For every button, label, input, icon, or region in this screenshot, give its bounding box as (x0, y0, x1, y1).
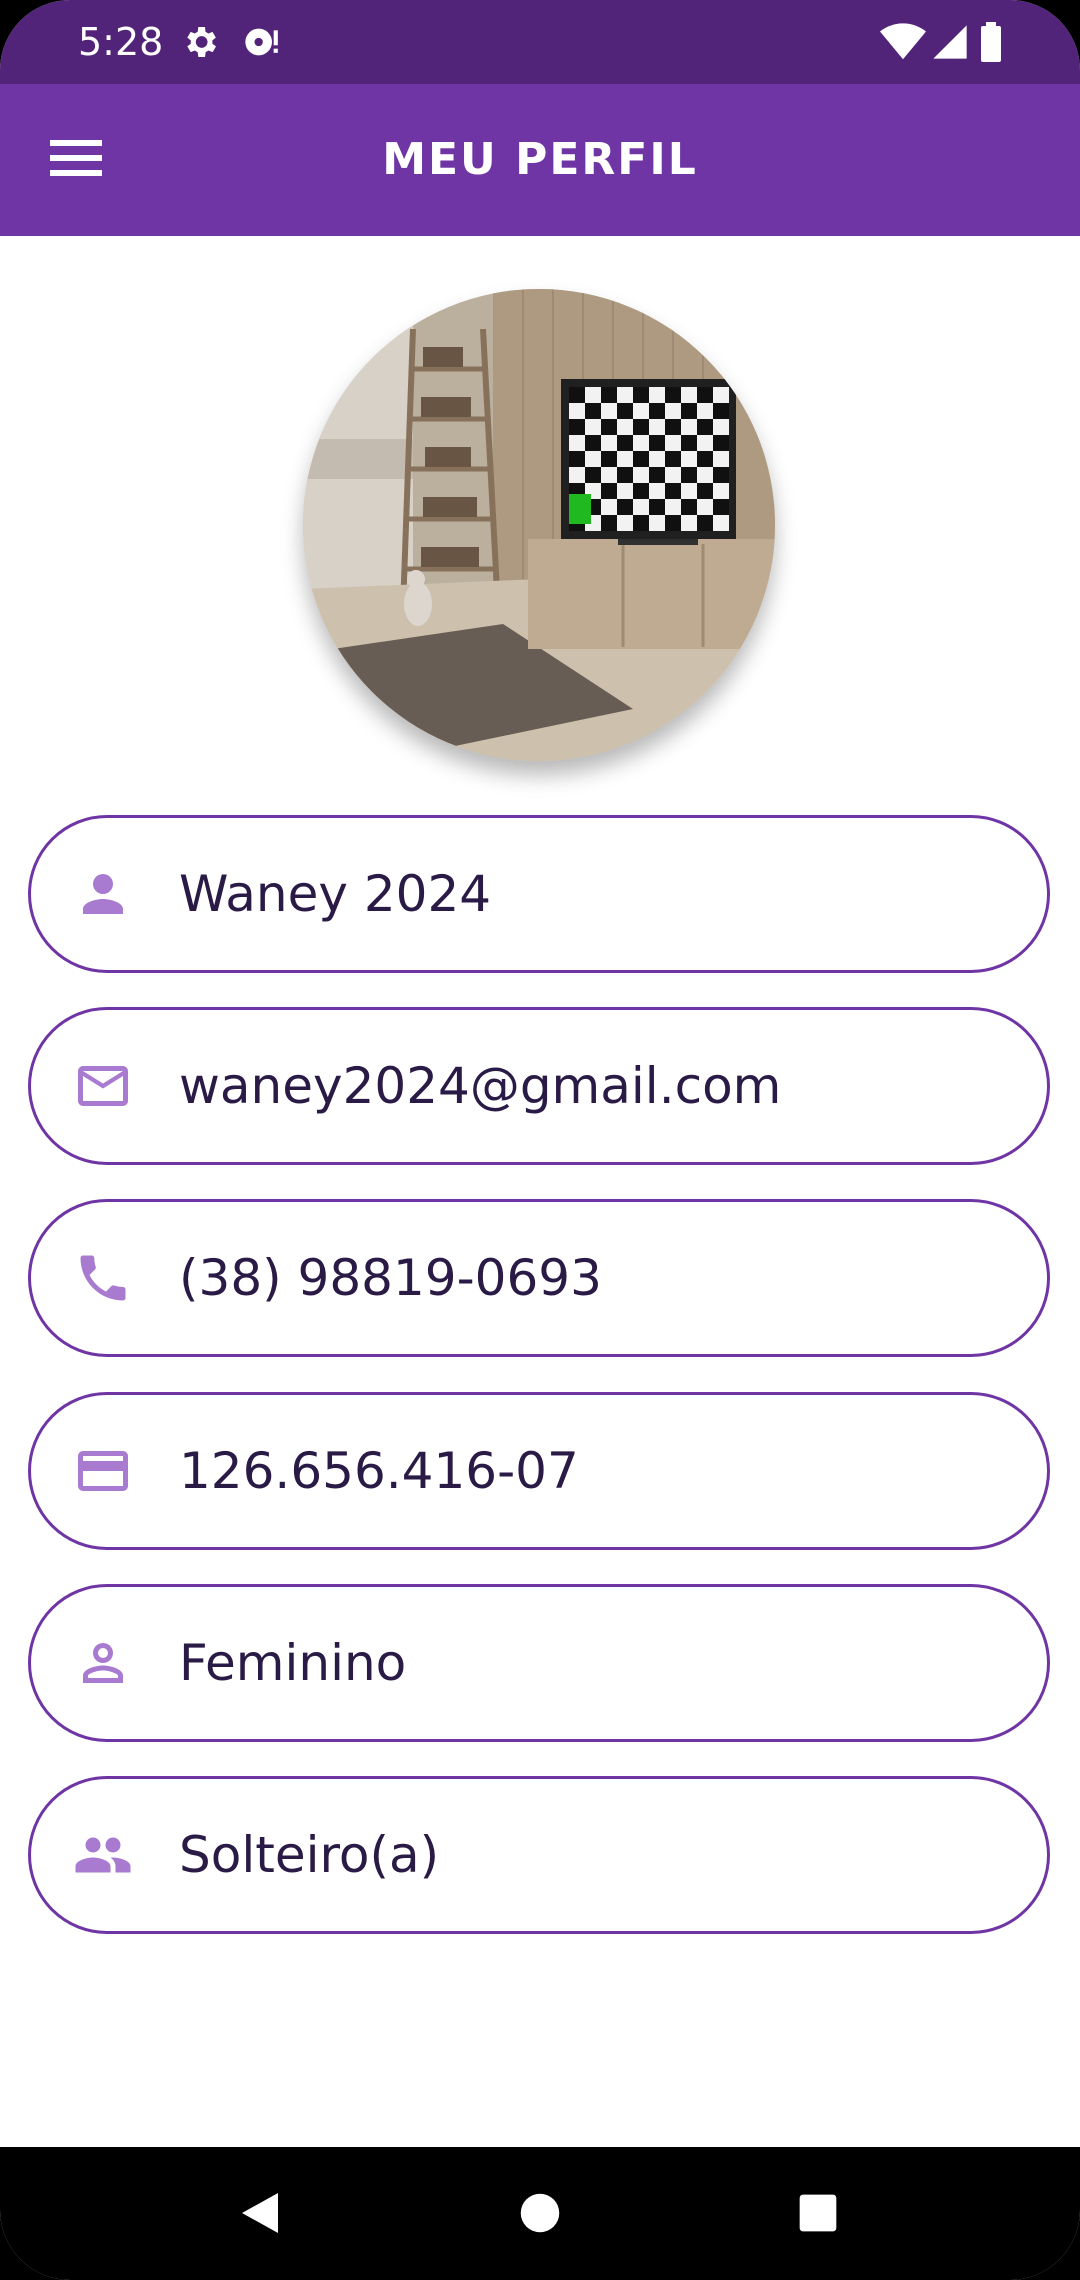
email-icon (73, 1056, 133, 1116)
gender-field[interactable]: Feminino (28, 1584, 1050, 1742)
gender-value: Feminino (179, 1634, 407, 1692)
settings-icon (180, 22, 220, 62)
back-icon (238, 2189, 282, 2241)
recents-icon (798, 2193, 838, 2237)
home-button[interactable] (502, 2177, 578, 2253)
signal-icon (930, 22, 970, 62)
marital-status-value: Solteiro(a) (179, 1826, 440, 1884)
wifi-icon (880, 22, 926, 62)
name-field[interactable]: Waney 2024 (28, 815, 1050, 973)
credit-card-icon (73, 1441, 133, 1501)
email-field[interactable]: waney2024@gmail.com (28, 1007, 1050, 1165)
name-value: Waney 2024 (179, 865, 492, 923)
page-title: MEU PERFIL (382, 134, 698, 185)
battery-icon (976, 22, 1006, 62)
profile-photo[interactable] (303, 289, 775, 761)
people-icon (73, 1825, 133, 1885)
recents-button[interactable] (780, 2177, 856, 2253)
phone-field[interactable]: (38) 98819-0693 (28, 1199, 1050, 1357)
sd-card-alert-icon (242, 22, 282, 62)
status-time: 5:28 (78, 20, 164, 64)
back-button[interactable] (222, 2177, 298, 2253)
person-outline-icon (73, 1633, 133, 1693)
person-icon (73, 864, 133, 924)
phone-value: (38) 98819-0693 (179, 1249, 602, 1307)
status-bar: 5:28 (0, 0, 1080, 84)
cpf-field[interactable]: 126.656.416-07 (28, 1392, 1050, 1550)
email-value: waney2024@gmail.com (179, 1057, 782, 1115)
device-screen: 5:28 MEU PERFIL Waney 2024 waney2024@gma… (0, 0, 1080, 2280)
app-bar: MEU PERFIL (0, 84, 1080, 236)
marital-status-field[interactable]: Solteiro(a) (28, 1776, 1050, 1934)
cpf-value: 126.656.416-07 (179, 1442, 579, 1500)
home-icon (519, 2192, 561, 2238)
navigation-bar (0, 2147, 1080, 2280)
phone-icon (73, 1248, 133, 1308)
